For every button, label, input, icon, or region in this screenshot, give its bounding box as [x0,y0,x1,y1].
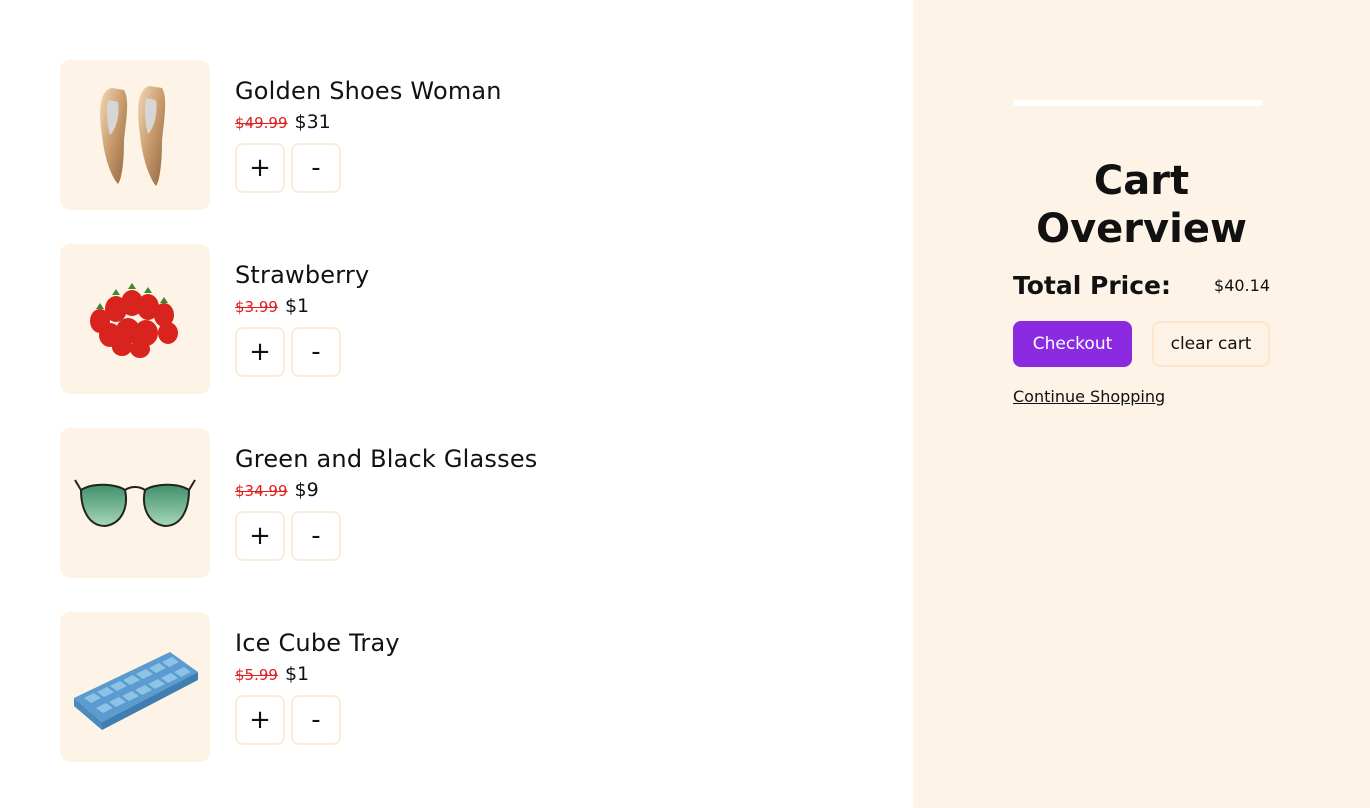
original-price: $34.99 [235,482,288,500]
item-name: Golden Shoes Woman [235,77,502,105]
decrease-quantity-button[interactable]: - [291,143,341,193]
checkout-button[interactable]: Checkout [1013,321,1132,367]
clear-cart-button[interactable]: clear cart [1152,321,1270,367]
cart-item: Strawberry $3.99 $1 + - [60,244,860,394]
increase-quantity-button[interactable]: + [235,143,285,193]
cart-item-list: Golden Shoes Woman $49.99 $31 + - Strawb… [60,60,860,796]
cart-overview-panel: Cart Overview Total Price: $40.14 Checko… [913,0,1370,808]
item-name: Green and Black Glasses [235,445,538,473]
item-name: Ice Cube Tray [235,629,400,657]
sale-price: $9 [294,479,319,501]
decrease-quantity-button[interactable]: - [291,695,341,745]
sale-price: $31 [294,111,331,133]
sale-price: $1 [284,663,310,685]
increase-quantity-button[interactable]: + [235,327,285,377]
increase-quantity-button[interactable]: + [235,511,285,561]
sale-price: $1 [284,295,310,317]
cart-item: Green and Black Glasses $34.99 $9 + - [60,428,860,578]
original-price: $49.99 [235,114,288,132]
decrease-quantity-button[interactable]: - [291,511,341,561]
strawberry-image [60,244,210,394]
cart-item: Ice Cube Tray $5.99 $1 + - [60,612,860,762]
increase-quantity-button[interactable]: + [235,695,285,745]
cart-item: Golden Shoes Woman $49.99 $31 + - [60,60,860,210]
total-price-value: $40.14 [1214,276,1270,295]
total-price-row: Total Price: $40.14 [1013,271,1270,300]
cart-overview-title: Cart Overview [1036,158,1247,252]
original-price: $5.99 [235,666,278,684]
divider-bar [1013,100,1263,106]
item-name: Strawberry [235,261,370,289]
glasses-image [60,428,210,578]
golden-shoes-image [60,60,210,210]
cart-actions: Checkout clear cart [1013,321,1270,367]
decrease-quantity-button[interactable]: - [291,327,341,377]
total-price-label: Total Price: [1013,271,1171,300]
ice-cube-tray-image [60,612,210,762]
continue-shopping-link[interactable]: Continue Shopping [1013,387,1165,406]
original-price: $3.99 [235,298,278,316]
